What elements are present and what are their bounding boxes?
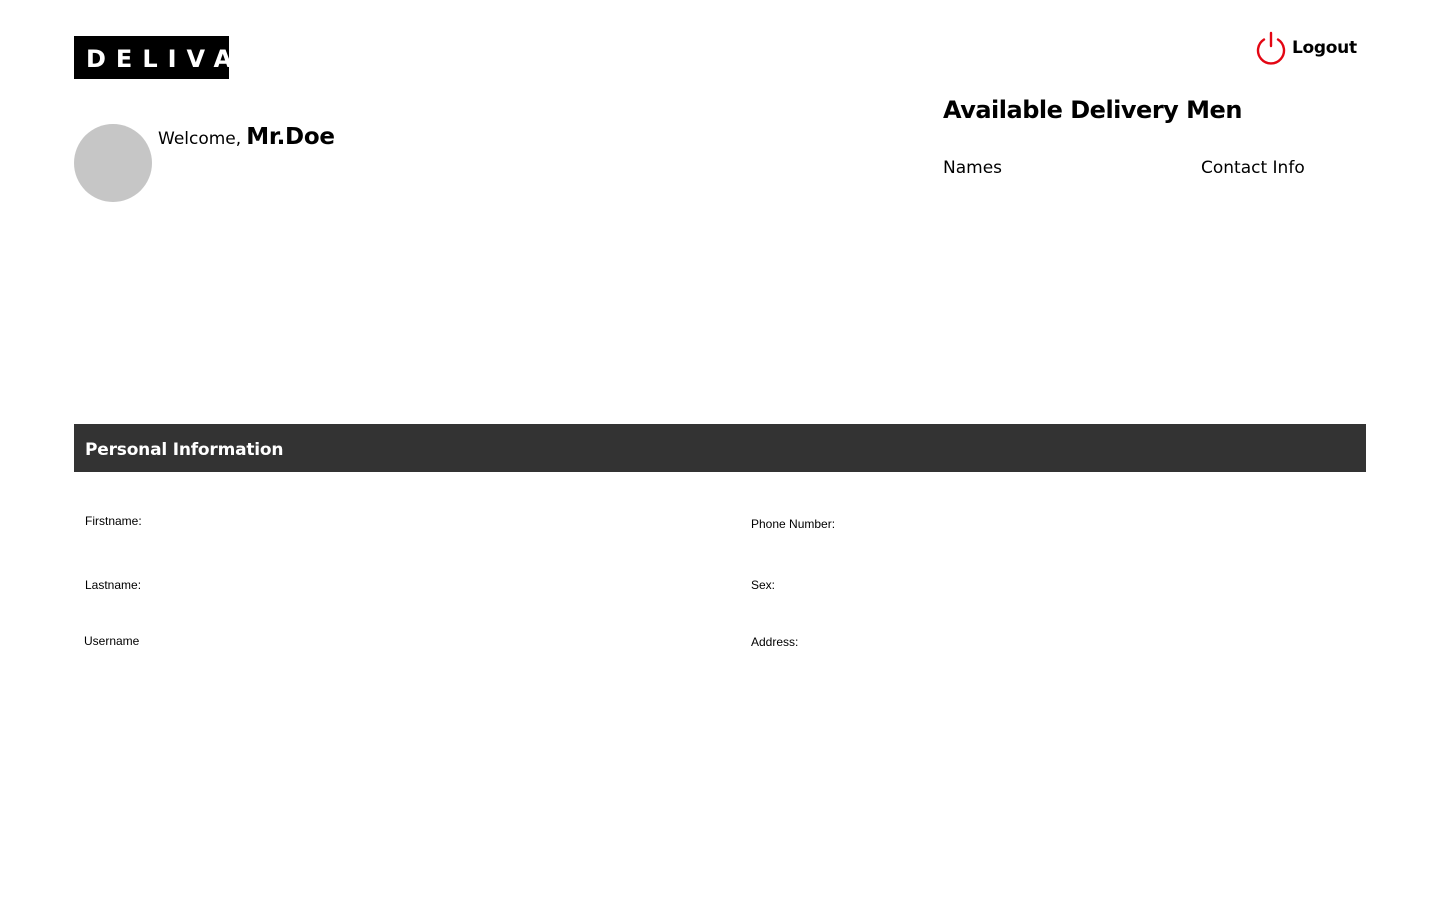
- dashboard-page: DELIVA Logout Welcome, Mr.Doe Available …: [0, 0, 1440, 900]
- username-label: Username: [84, 634, 140, 648]
- address-label: Address:: [751, 635, 799, 649]
- personal-information-header: Personal Information: [74, 424, 1366, 472]
- welcome-message: Welcome, Mr.Doe: [158, 124, 335, 150]
- welcome-text: Welcome,: [158, 129, 242, 149]
- sex-label: Sex:: [751, 578, 776, 592]
- delivery-panel-title: Available Delivery Men: [943, 96, 1242, 124]
- power-icon: [1256, 31, 1286, 65]
- avatar[interactable]: [74, 124, 152, 202]
- user-name: Mr.Doe: [246, 124, 335, 150]
- logout-button[interactable]: Logout: [1254, 31, 1357, 65]
- lastname-label: Lastname:: [85, 578, 142, 592]
- logout-label: Logout: [1292, 38, 1357, 58]
- firstname-label: Firstname:: [85, 514, 142, 528]
- deliva-logo[interactable]: DELIVA: [74, 36, 232, 79]
- column-header-contact-info: Contact Info: [1201, 158, 1305, 178]
- section-title: Personal Information: [85, 440, 284, 460]
- column-header-names: Names: [943, 158, 1003, 178]
- phone-number-label: Phone Number:: [751, 517, 836, 531]
